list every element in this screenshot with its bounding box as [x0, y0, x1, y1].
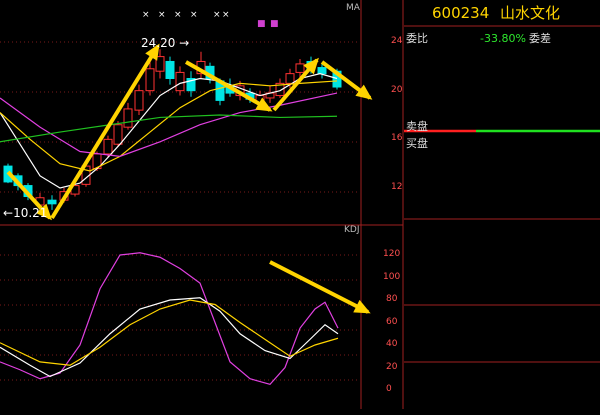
- kdj-tick-label: 0: [386, 384, 392, 394]
- ask-price: [496, 114, 536, 129]
- stock-code: 600234: [432, 4, 490, 22]
- price-tick-label: 16: [391, 133, 403, 144]
- candle-body: [317, 67, 327, 75]
- candle-body: [134, 90, 144, 111]
- ask-price: [496, 95, 536, 110]
- stock-header: 600234 山水文化: [432, 3, 560, 23]
- kdj-tick-label: 80: [386, 294, 398, 304]
- stock-name: 山水文化: [500, 4, 561, 22]
- weibi-row: 委比 -33.80% 委差: [406, 31, 600, 46]
- fund-value: [570, 325, 600, 340]
- fund-value: [444, 325, 514, 340]
- quote-value: [564, 289, 600, 304]
- bid-price: [496, 200, 536, 215]
- kdj-label: KDJ: [344, 225, 360, 235]
- ma5-line: [0, 73, 338, 189]
- ask-price: [496, 63, 536, 78]
- kdj-k-line: [0, 297, 339, 378]
- fund-value: [444, 308, 514, 323]
- quote-value: [564, 238, 600, 253]
- bid-price: [496, 152, 536, 167]
- signal-marker: ×: [174, 10, 182, 20]
- weicha-label: 委差: [529, 32, 551, 45]
- kdj-tick-label: 20: [386, 361, 398, 372]
- high-price-annotation: 24.20 →: [141, 36, 190, 50]
- tick-volume: [570, 400, 600, 415]
- weibi-label: 委比: [406, 32, 428, 45]
- quote-value: [444, 289, 514, 304]
- candle-body: [103, 138, 113, 155]
- ma20-line: [0, 92, 338, 157]
- tick-price: [474, 366, 524, 381]
- candle-body: [285, 73, 295, 84]
- quote-value: [444, 221, 514, 236]
- sell-label: 卖盘: [406, 120, 428, 133]
- signal-marker: ■: [270, 19, 279, 29]
- low-price-annotation: ←10.21: [3, 206, 48, 220]
- ask-price: [496, 47, 536, 62]
- candle-body: [165, 60, 175, 79]
- fund-value: [444, 342, 514, 357]
- tick-price: [474, 383, 524, 398]
- quote-value: [444, 255, 514, 270]
- candle-body: [123, 108, 133, 128]
- price-tick-label: 24: [391, 36, 403, 46]
- price-tick-label: 20: [391, 84, 403, 95]
- signal-marker: ×: [190, 10, 198, 20]
- quote-value: [444, 238, 514, 253]
- signal-marker: ×: [213, 10, 221, 20]
- candle-body: [113, 124, 123, 145]
- kdj-tick-label: 120: [383, 249, 401, 259]
- bid-price: [496, 168, 536, 183]
- candle-body: [47, 199, 57, 205]
- tick-volume: [570, 366, 600, 381]
- weibi-value: -33.80%: [480, 32, 526, 45]
- kdj-tick-label: 40: [386, 339, 398, 349]
- fund-value: [570, 342, 600, 357]
- ask-price: [496, 79, 536, 94]
- candle-body: [295, 63, 305, 73]
- kdj-tick-label: 60: [386, 316, 398, 327]
- bid-price: [496, 136, 536, 151]
- tick-price: [474, 400, 524, 415]
- quote-value: [564, 255, 600, 270]
- trend-arrow: [185, 60, 273, 112]
- signal-marker: ×: [142, 10, 150, 20]
- quote-value: [564, 221, 600, 236]
- signal-marker: ×: [222, 10, 230, 20]
- quote-value: [444, 272, 514, 287]
- candle-body: [175, 71, 185, 92]
- price-tick-label: 12: [391, 182, 403, 192]
- signal-marker: ■: [257, 19, 266, 29]
- quote-value: [564, 272, 600, 287]
- buy-label: 买盘: [406, 137, 428, 150]
- kdj-tick-label: 100: [383, 271, 401, 282]
- bid-price: [496, 184, 536, 199]
- quote-panel: 600234 山水文化 委比 -33.80% 委差 卖盘 买盘: [404, 0, 600, 409]
- signal-marker: ×: [158, 10, 166, 20]
- ma-label: MA: [346, 3, 360, 13]
- fund-value: [570, 308, 600, 323]
- candle-body: [145, 68, 155, 92]
- tick-volume: [570, 383, 600, 398]
